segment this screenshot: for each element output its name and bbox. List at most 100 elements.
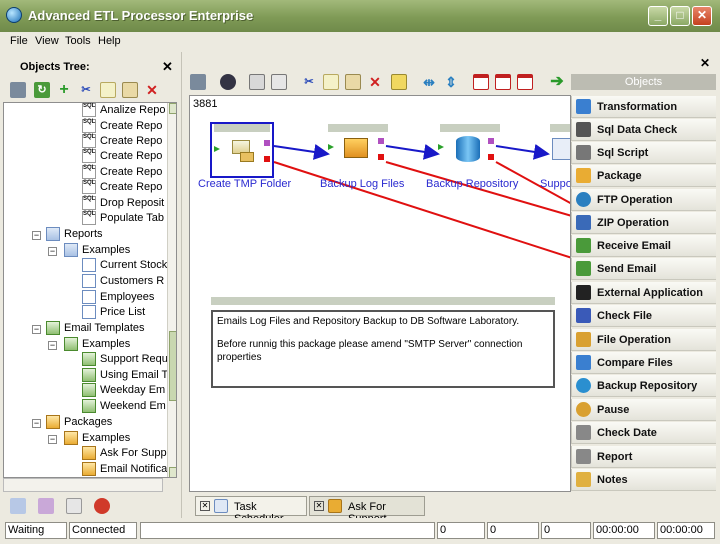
tab-close-icon[interactable]: ✕ bbox=[200, 501, 210, 511]
success-connection bbox=[385, 143, 440, 160]
cut-icon[interactable]: ✂ bbox=[78, 82, 94, 98]
delete-icon[interactable]: ✕ bbox=[144, 82, 160, 98]
paste-icon[interactable] bbox=[345, 74, 361, 90]
palette-item-compare-files[interactable]: Compare Files bbox=[571, 352, 716, 374]
palette-item-external-application[interactable]: External Application bbox=[571, 282, 716, 304]
task-node-backup-repository[interactable] bbox=[436, 122, 500, 178]
palette-item-send-email[interactable]: Send Email bbox=[571, 258, 716, 280]
save-icon[interactable] bbox=[220, 74, 236, 90]
check-file-icon bbox=[576, 308, 591, 323]
add-icon[interactable]: + bbox=[56, 82, 72, 98]
calendar-icon[interactable] bbox=[473, 74, 489, 90]
collapse-icon[interactable]: − bbox=[48, 247, 57, 256]
palette-item-package[interactable]: Package bbox=[571, 165, 716, 187]
collapse-icon[interactable]: − bbox=[32, 419, 41, 428]
refresh-icon[interactable]: ↻ bbox=[34, 82, 50, 98]
cut-icon[interactable]: ✂ bbox=[301, 74, 317, 90]
run-arrow-icon[interactable]: ➔ bbox=[549, 74, 565, 90]
notes-icon bbox=[576, 472, 591, 487]
objects-tree-close-icon[interactable]: ✕ bbox=[162, 59, 173, 75]
maximize-button[interactable]: □ bbox=[670, 6, 690, 26]
palette-item-pause[interactable]: Pause bbox=[571, 399, 716, 421]
success-port[interactable] bbox=[264, 140, 270, 146]
collapse-icon[interactable]: − bbox=[48, 435, 57, 444]
palette-item-sql-script[interactable]: Sql Script bbox=[571, 142, 716, 164]
menu-tools[interactable]: Tools bbox=[65, 35, 91, 47]
error-port[interactable] bbox=[378, 154, 384, 160]
collapse-icon[interactable]: − bbox=[48, 341, 57, 350]
tree-horizontal-scrollbar[interactable] bbox=[3, 478, 163, 492]
package-designer-canvas[interactable]: 3881 Create TMP Folder Backup Log Files bbox=[189, 95, 571, 492]
palette-item-file-operation[interactable]: File Operation bbox=[571, 329, 716, 351]
input-port bbox=[328, 144, 334, 150]
palette-item-check-file[interactable]: Check File bbox=[571, 305, 716, 327]
objects-tree-title: Objects Tree: bbox=[20, 61, 90, 73]
edit-icon[interactable] bbox=[391, 74, 407, 90]
input-port bbox=[438, 144, 444, 150]
task-node-create-tmp-folder[interactable] bbox=[210, 122, 274, 178]
stop-icon[interactable] bbox=[94, 498, 110, 514]
import-icon[interactable] bbox=[10, 498, 26, 514]
menu-help[interactable]: Help bbox=[98, 35, 121, 47]
scroll-up-icon[interactable] bbox=[169, 103, 176, 114]
palette-item-report[interactable]: Report bbox=[571, 446, 716, 468]
sql-icon[interactable] bbox=[66, 498, 82, 514]
tree-vertical-scrollbar[interactable] bbox=[167, 103, 176, 477]
menu-view[interactable]: View bbox=[35, 35, 59, 47]
note-line: Before runnig this package please amend … bbox=[217, 339, 523, 363]
paste-icon[interactable] bbox=[122, 82, 138, 98]
palette-item-sql-data-check[interactable]: Sql Data Check bbox=[571, 119, 716, 141]
task-node-support[interactable] bbox=[552, 138, 570, 160]
status-time: 00:00:00 bbox=[593, 522, 655, 539]
transformation-icon bbox=[576, 99, 591, 114]
align-horizontal-icon[interactable]: ⇹ bbox=[421, 74, 437, 90]
objects-tree: Analize Repo Create Repo Create Repo Cre… bbox=[3, 102, 177, 478]
splitter[interactable] bbox=[181, 52, 187, 518]
palette-item-check-date[interactable]: Check Date bbox=[571, 422, 716, 444]
align-vertical-icon[interactable]: ⇕ bbox=[443, 74, 459, 90]
tab-ask-for-support[interactable]: ✕ Ask For Support bbox=[309, 496, 425, 525]
close-button[interactable]: ✕ bbox=[692, 6, 712, 26]
collapse-icon[interactable]: − bbox=[32, 325, 41, 334]
window-title: Advanced ETL Processor Enterprise bbox=[28, 8, 254, 23]
success-port[interactable] bbox=[378, 138, 384, 144]
properties-icon[interactable] bbox=[10, 82, 26, 98]
palette-item-backup-repository[interactable]: Backup Repository bbox=[571, 375, 716, 397]
palette-item-transformation[interactable]: Transformation bbox=[571, 96, 716, 118]
palette-item-notes[interactable]: Notes bbox=[571, 469, 716, 491]
palette-item-receive-email[interactable]: Receive Email bbox=[571, 235, 716, 257]
calendar-icon[interactable] bbox=[495, 74, 511, 90]
sql-icon bbox=[82, 196, 96, 210]
success-port[interactable] bbox=[488, 138, 494, 144]
delete-icon[interactable]: ✕ bbox=[367, 74, 383, 90]
tab-close-icon[interactable]: ✕ bbox=[314, 501, 324, 511]
tab-task-scheduler[interactable]: ✕ Task Scheduler bbox=[195, 496, 307, 525]
collapse-icon[interactable]: − bbox=[32, 231, 41, 240]
send-email-icon bbox=[576, 261, 591, 276]
package-note[interactable]: Emails Log Files and Repository Backup t… bbox=[211, 310, 555, 388]
node-header bbox=[550, 124, 570, 132]
folder-icon bbox=[240, 152, 254, 162]
error-port[interactable] bbox=[488, 154, 494, 160]
copy-icon[interactable] bbox=[100, 82, 116, 98]
scroll-thumb[interactable] bbox=[169, 331, 176, 401]
calendar-icon[interactable] bbox=[517, 74, 533, 90]
database-icon bbox=[456, 136, 480, 162]
node-label: Create TMP Folder bbox=[198, 178, 292, 190]
copy-icon[interactable] bbox=[323, 74, 339, 90]
export-icon[interactable] bbox=[38, 498, 54, 514]
status-count: 0 bbox=[437, 522, 485, 539]
error-port[interactable] bbox=[264, 156, 270, 162]
preview-icon[interactable] bbox=[271, 74, 287, 90]
scroll-down-icon[interactable] bbox=[169, 467, 176, 477]
designer-close-icon[interactable]: ✕ bbox=[700, 56, 710, 70]
palette-item-ftp-operation[interactable]: FTP Operation bbox=[571, 189, 716, 211]
sql-icon bbox=[82, 134, 96, 148]
menu-file[interactable]: File bbox=[10, 35, 28, 47]
minimize-button[interactable]: _ bbox=[648, 6, 668, 26]
task-node-backup-log-files[interactable] bbox=[326, 122, 390, 178]
note-line: Emails Log Files and Repository Backup t… bbox=[217, 316, 520, 327]
palette-item-zip-operation[interactable]: ZIP Operation bbox=[571, 212, 716, 234]
properties-icon[interactable] bbox=[190, 74, 206, 90]
print-icon[interactable] bbox=[249, 74, 265, 90]
